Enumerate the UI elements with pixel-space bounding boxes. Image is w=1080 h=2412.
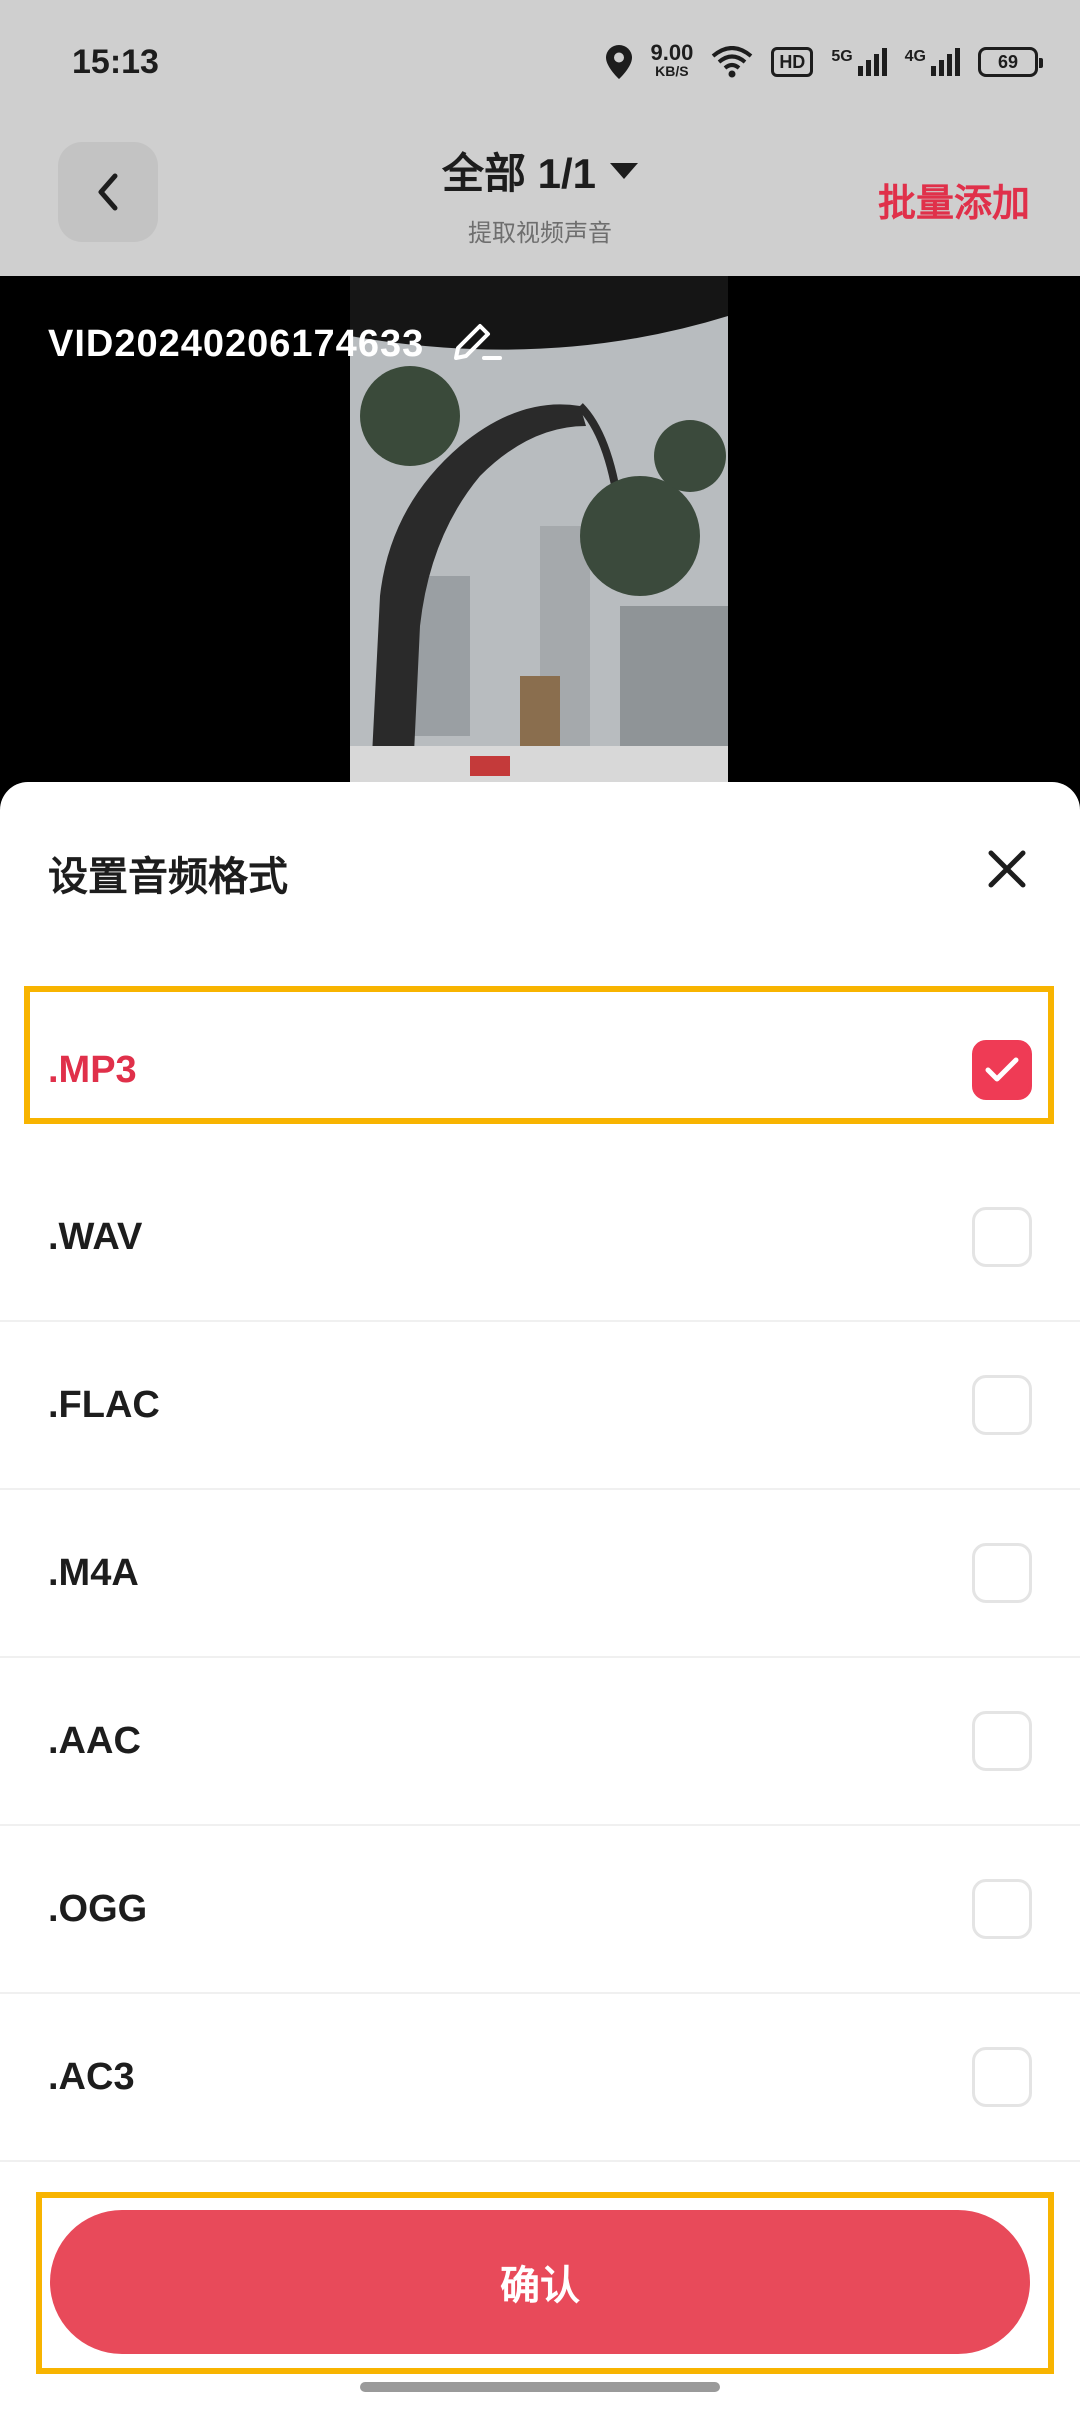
sheet-title: 设置音频格式	[48, 855, 288, 899]
signal-5g-icon: 5G	[831, 48, 887, 76]
top-nav-bar: 全部 1/1 提取视频声音 批量添加	[0, 124, 1080, 276]
close-icon	[988, 850, 1026, 888]
network-speed: 9.00 KB/S	[650, 40, 694, 80]
option-label: .WAV	[48, 1215, 143, 1258]
checkbox[interactable]	[972, 1375, 1032, 1435]
caret-down-icon	[610, 162, 639, 179]
location-icon	[606, 45, 633, 79]
format-option-ogg[interactable]: .OGG	[0, 1826, 1080, 1994]
format-option-ac3[interactable]: .AC3	[0, 1994, 1080, 2162]
format-option-mp3[interactable]: .MP3	[0, 986, 1080, 1154]
network-speed-value: 9.00	[650, 40, 694, 65]
format-option-wav[interactable]: .WAV	[0, 1154, 1080, 1322]
close-button[interactable]	[972, 834, 1042, 904]
status-icons: 9.00 KB/S HD 5G 4G 69	[606, 40, 1043, 80]
battery-level: 69	[997, 51, 1019, 72]
checkbox[interactable]	[972, 1207, 1032, 1267]
network-speed-unit: KB/S	[655, 63, 689, 79]
signal-5g-label: 5G	[831, 48, 853, 65]
option-label: .OGG	[48, 1887, 148, 1930]
option-label: .FLAC	[48, 1383, 160, 1426]
file-name-row: VID20240206174633	[48, 320, 503, 369]
status-time: 15:13	[72, 42, 159, 81]
check-icon	[985, 1057, 1019, 1082]
battery-icon: 69	[978, 47, 1043, 77]
hd-badge: HD	[771, 47, 814, 77]
option-label: .AC3	[48, 2055, 135, 2098]
album-selector[interactable]: 全部 1/1	[441, 140, 639, 201]
audio-format-sheet: 设置音频格式 .MP3 .WAV .FLAC .M4A .AAC .OGG .A…	[0, 782, 1080, 2412]
checkbox-checked[interactable]	[972, 1040, 1032, 1100]
file-name: VID20240206174633	[48, 323, 425, 365]
signal-4g-label: 4G	[904, 48, 926, 65]
option-label: .AAC	[48, 1719, 141, 1762]
format-option-aac[interactable]: .AAC	[0, 1658, 1080, 1826]
format-option-m4a[interactable]: .M4A	[0, 1490, 1080, 1658]
home-indicator[interactable]	[360, 2382, 720, 2392]
edit-icon[interactable]	[450, 320, 503, 369]
batch-add-button[interactable]: 批量添加	[878, 172, 1030, 227]
checkbox[interactable]	[972, 1543, 1032, 1603]
checkbox[interactable]	[972, 1711, 1032, 1771]
checkbox[interactable]	[972, 2047, 1032, 2107]
video-preview: VID20240206174633	[0, 276, 1080, 796]
page-title: 全部 1/1	[441, 150, 597, 197]
checkbox[interactable]	[972, 1879, 1032, 1939]
option-label: .M4A	[48, 1551, 139, 1594]
status-bar: 15:13 9.00 KB/S HD 5G 4G 69	[0, 0, 1080, 124]
confirm-button[interactable]: 确认	[50, 2210, 1030, 2354]
format-option-flac[interactable]: .FLAC	[0, 1322, 1080, 1490]
signal-4g-icon: 4G	[905, 48, 960, 76]
format-option-list: .MP3 .WAV .FLAC .M4A .AAC .OGG .AC3	[0, 986, 1080, 2162]
wifi-icon	[711, 46, 753, 78]
option-label: .MP3	[48, 1048, 137, 1091]
